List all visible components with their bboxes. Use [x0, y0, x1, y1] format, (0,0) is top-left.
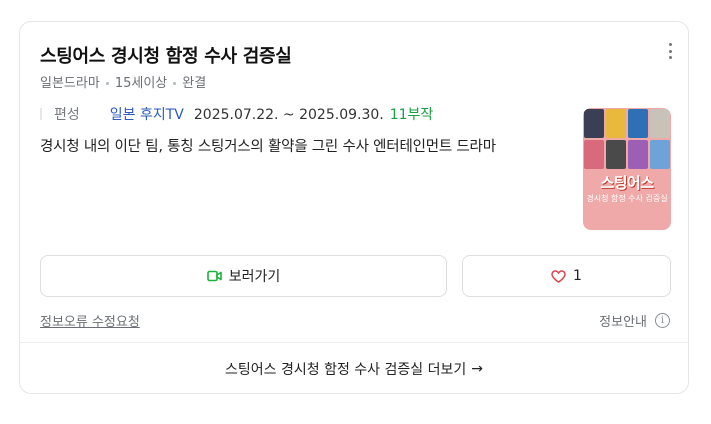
info-guide-label: 정보안내 — [599, 315, 647, 330]
info-circle-icon: i — [655, 313, 670, 328]
broadcast-info: 편성 일본 후지TV 2025.07.22. ~ 2025.09.30. 11부작 — [40, 104, 433, 124]
drama-description: 경시청 내의 이단 팀, 통칭 스팅거스의 활약을 그린 수사 엔터테인먼트 드… — [40, 139, 496, 155]
broadcast-dates: 2025.07.22. ~ 2025.09.30. — [193, 107, 384, 123]
separator-dot — [105, 82, 109, 85]
arrow-right-icon: → — [471, 360, 483, 377]
drama-title[interactable]: 스팅어스 경시청 함정 수사 검증실 — [40, 42, 292, 68]
video-camera-icon — [206, 270, 222, 282]
broadcast-label: 편성 — [54, 107, 80, 123]
like-button[interactable]: 1 — [462, 255, 671, 297]
divider-bar — [40, 108, 42, 120]
network-link[interactable]: 일본 후지TV — [110, 107, 184, 123]
watch-button[interactable]: 보러가기 — [40, 255, 447, 297]
status-label: 완결 — [182, 76, 207, 91]
see-more-label: 스팅어스 경시청 함정 수사 검증실 더보기 — [225, 361, 467, 378]
drama-poster[interactable]: 스팅어스 경시청 함정 수사 검증실 — [583, 108, 671, 230]
see-more-link[interactable]: 스팅어스 경시청 함정 수사 검증실 더보기 → — [20, 343, 688, 394]
poster-subtitle: 경시청 함정 수사 검증실 — [586, 194, 668, 203]
like-count: 1 — [573, 268, 582, 284]
rating-label: 15세이상 — [114, 76, 168, 91]
report-error-link[interactable]: 정보오류 수정요청 — [40, 311, 140, 330]
watch-button-label: 보러가기 — [228, 269, 281, 285]
info-guide[interactable]: 정보안내 i — [599, 311, 670, 330]
drama-info-card: 스팅어스 경시청 함정 수사 검증실 일본드라마 15세이상 완결 편성 일본 후지T… — [19, 21, 689, 394]
genre-label: 일본드라마 — [40, 76, 100, 91]
poster-cast-photos — [583, 108, 671, 170]
heart-icon — [551, 269, 566, 283]
separator-dot — [173, 82, 177, 85]
episode-count: 11부작 — [389, 107, 434, 123]
drama-meta: 일본드라마 15세이상 완결 — [40, 72, 206, 91]
poster-title: 스팅어스 — [600, 174, 654, 192]
more-options-icon[interactable] — [664, 42, 676, 60]
